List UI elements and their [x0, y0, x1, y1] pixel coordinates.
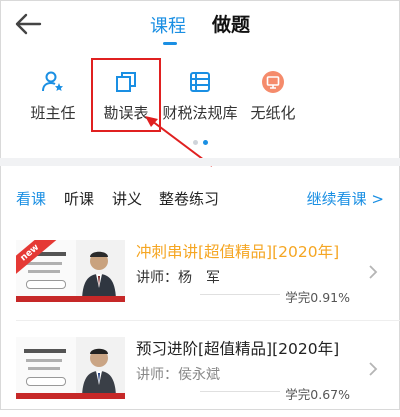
list-separator [16, 320, 400, 321]
back-arrow-icon[interactable] [14, 12, 42, 36]
course-title: 预习进阶[超值精品][2020年] [136, 340, 340, 358]
subtab-handout[interactable]: 讲义 [112, 188, 142, 209]
chevron-right-icon [369, 362, 378, 376]
progress-track [200, 391, 280, 392]
chevron-right-icon [369, 265, 378, 279]
progress-track [200, 294, 280, 295]
tab-course[interactable]: 课程 [150, 12, 186, 38]
teacher-photo [82, 251, 116, 302]
book-shelf-icon [190, 72, 210, 92]
highlight-box [91, 58, 161, 132]
course-progress: 学完0.91% [285, 290, 350, 305]
subtab-listen[interactable]: 听课 [64, 188, 94, 209]
course-thumbnail [16, 337, 125, 399]
section-divider [0, 158, 400, 166]
page-indicator-dot-active [203, 140, 208, 145]
page-indicator-dot [193, 140, 198, 145]
course-title: 冲刺串讲[超值精品][2020年] [136, 243, 340, 261]
course-thumbnail: new [16, 240, 125, 302]
course-teacher: 讲师：侯永斌 [136, 367, 220, 383]
active-tab-indicator [163, 42, 177, 45]
course-teacher: 讲师：杨 军 [136, 270, 220, 286]
quick-menu-label: 无纸化 [250, 104, 296, 122]
monitor-icon [262, 71, 284, 93]
subtab-full-exam[interactable]: 整卷练习 [159, 188, 219, 209]
subtab-watch[interactable]: 看课 [16, 188, 46, 209]
course-card[interactable]: 预习进阶[超值精品][2020年] 讲师：侯永斌 学完0.67% [0, 337, 400, 417]
continue-watching-link[interactable]: 继续看课 > [307, 188, 384, 209]
course-card[interactable]: new 冲刺串讲[超值精品][2020年] 讲师：杨 军 学完0.91% [0, 240, 400, 320]
tab-exercise[interactable]: 做题 [212, 10, 250, 37]
teacher-photo [82, 348, 116, 399]
quick-menu-paperless[interactable]: 无纸化 [230, 70, 316, 130]
course-progress: 学完0.67% [285, 387, 350, 402]
person-star-icon [42, 71, 63, 92]
